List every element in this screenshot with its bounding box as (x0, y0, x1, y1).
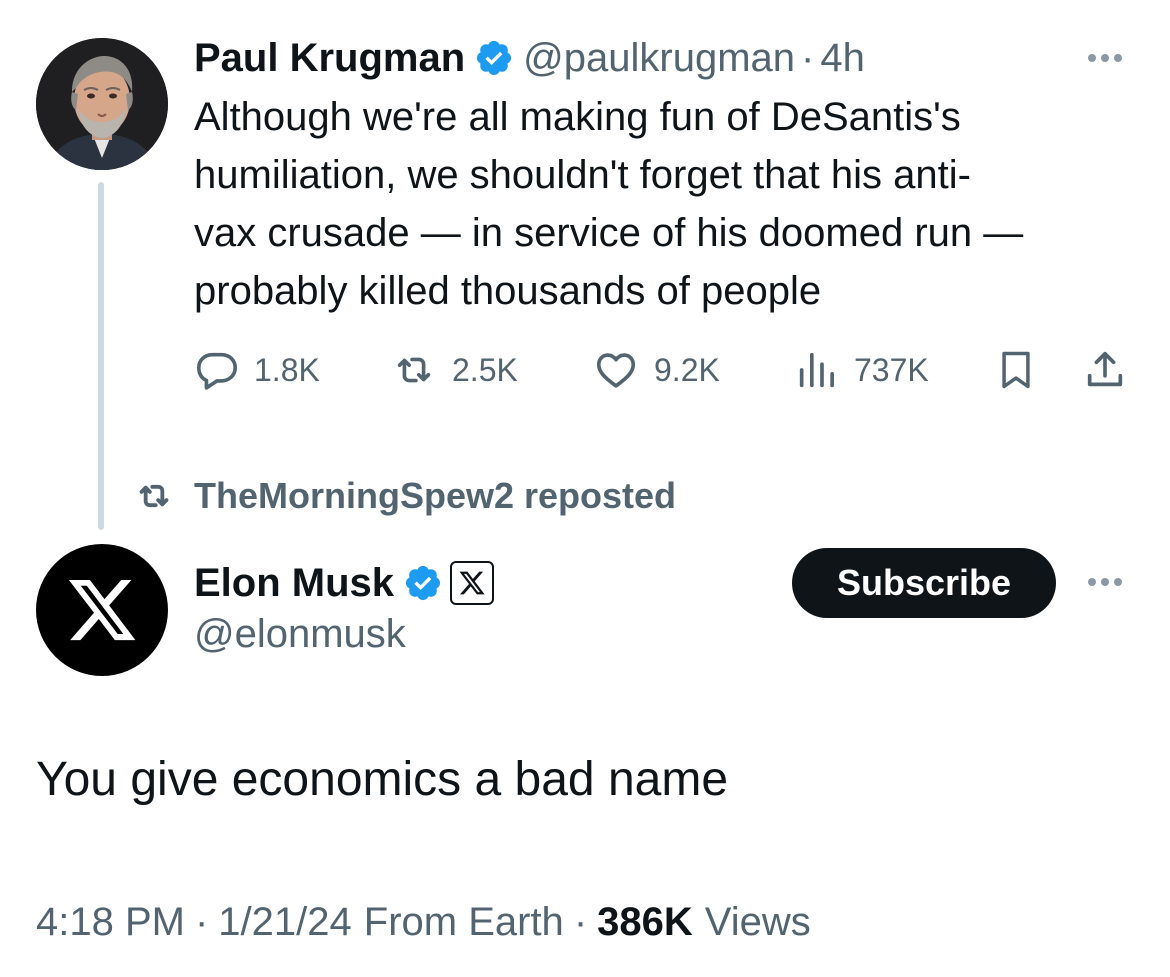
view-count: 737K (854, 351, 929, 388)
tweet-date[interactable]: 1/21/24 (218, 900, 351, 945)
share-icon (1087, 351, 1123, 387)
x-logo-icon (459, 571, 485, 595)
views-button[interactable]: 737K (794, 342, 929, 398)
views-label: Views (704, 899, 811, 944)
tweet-action-bar: 1.8K 2.5K 9.2K 737K (194, 342, 1134, 398)
repost-icon (139, 484, 169, 508)
more-icon[interactable] (1088, 578, 1122, 586)
tweet-timestamp[interactable]: 4:18 PM (36, 900, 185, 945)
repost-count: 2.5K (452, 351, 518, 388)
parent-tweet-header: Paul Krugman @paulkrugman · 4h (194, 30, 865, 86)
tweet-text-line: probably killed thousands of people (194, 269, 822, 313)
x-logo-icon (68, 579, 136, 641)
tweet-time[interactable]: 4h (820, 36, 865, 81)
separator-dot: · (801, 35, 815, 80)
bookmark-icon (1002, 351, 1030, 389)
author-name[interactable]: Elon Musk (194, 561, 394, 606)
more-icon[interactable] (1088, 54, 1122, 62)
tweet-meta: 4:18 PM · 1/21/24 From Earth · 386K View… (36, 892, 811, 952)
avatar-paul-krugman[interactable] (36, 38, 168, 170)
separator-dot: · (573, 899, 588, 944)
thread-connector-line (98, 182, 104, 530)
avatar-elon-musk[interactable] (36, 544, 168, 676)
reply-icon (196, 352, 238, 390)
subscribe-button[interactable]: Subscribe (792, 548, 1056, 618)
views-count[interactable]: 386K (597, 900, 693, 945)
parent-tweet-text: Although we're all making fun of DeSanti… (194, 88, 1144, 320)
author-handle[interactable]: @elonmusk (194, 612, 406, 657)
tweet-text-line: Although we're all making fun of DeSanti… (194, 95, 961, 139)
separator-dot: · (194, 899, 209, 944)
repost-label: TheMorningSpew2 reposted (194, 475, 677, 516)
views-icon (799, 352, 834, 388)
main-tweet-text: You give economics a bad name (36, 753, 729, 806)
tweet-text-line: vax crusade — in service of his doomed r… (194, 211, 1024, 255)
tweet-source: From Earth (363, 899, 564, 944)
bookmark-button[interactable] (994, 342, 1038, 398)
like-icon (596, 353, 636, 388)
verified-icon[interactable] (473, 37, 515, 79)
repost-button[interactable]: 2.5K (390, 342, 518, 398)
main-tweet-header: Elon Musk (194, 554, 495, 612)
repost-indicator[interactable]: TheMorningSpew2 reposted (132, 470, 676, 522)
avatar-portrait (36, 38, 168, 170)
like-count: 9.2K (654, 351, 720, 388)
repost-icon (397, 357, 431, 383)
author-name[interactable]: Paul Krugman (194, 36, 465, 81)
like-button[interactable]: 9.2K (592, 342, 720, 398)
verified-icon[interactable] (402, 562, 444, 604)
author-handle[interactable]: @paulkrugman (523, 36, 795, 81)
reply-button[interactable]: 1.8K (194, 342, 320, 398)
share-button[interactable] (1082, 342, 1128, 398)
reply-count: 1.8K (254, 351, 320, 388)
tweet-text-line: humiliation, we shouldn't forget that hi… (194, 153, 971, 197)
affiliate-x-badge-icon[interactable] (450, 561, 495, 605)
